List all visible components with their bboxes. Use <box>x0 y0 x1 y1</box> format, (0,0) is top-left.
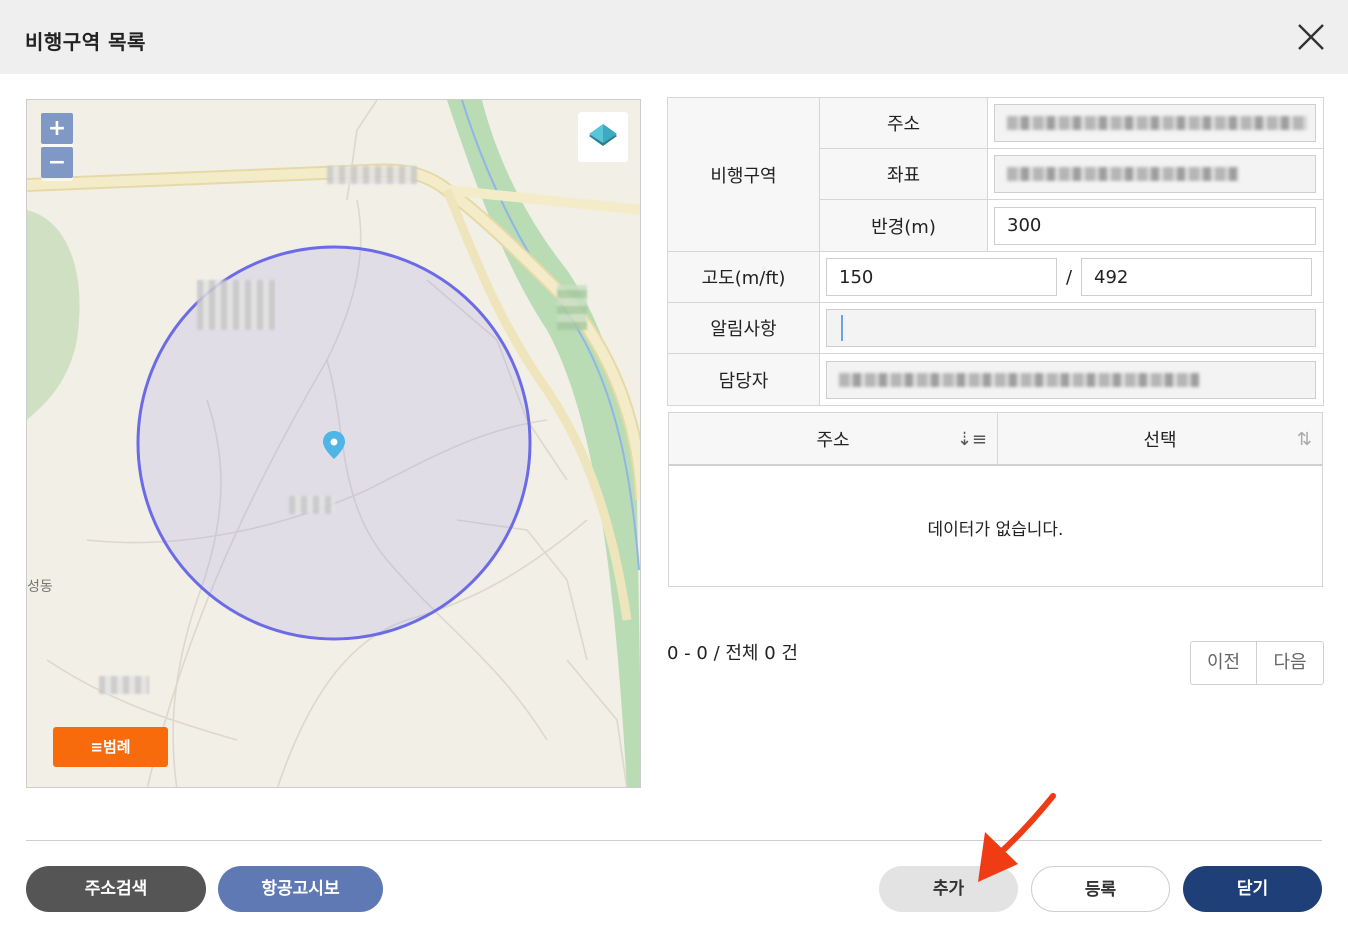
empty-message: 데이터가 없습니다. <box>927 520 1064 540</box>
blurred-label <box>327 166 417 184</box>
close-button[interactable]: 닫기 <box>1183 866 1322 912</box>
coord-field <box>994 155 1316 193</box>
altitude-ft-input[interactable]: 492 <box>1081 258 1312 296</box>
close-icon[interactable] <box>1296 22 1326 52</box>
blurred-label <box>557 285 587 330</box>
sort-icon[interactable]: ⇅ <box>1297 429 1312 450</box>
manager-field <box>826 360 1316 399</box>
modal-title: 비행구역 목록 <box>25 30 146 54</box>
blurred-coord <box>1007 167 1239 181</box>
grid-header: 주소 ⇣≡ 선택 ⇅ <box>669 413 1322 466</box>
zoom-in-button[interactable]: + <box>41 113 73 144</box>
zone-label: 비행구역 <box>668 98 820 251</box>
pager: 이전 다음 <box>1190 641 1324 685</box>
zoom-control: + − <box>41 113 73 181</box>
blurred-label <box>289 496 335 514</box>
sort-desc-icon[interactable]: ⇣≡ <box>957 429 987 450</box>
radius-label: 반경(m) <box>820 200 988 251</box>
column-select[interactable]: 선택 ⇅ <box>998 413 1322 464</box>
blurred-label <box>99 676 149 694</box>
manager-label: 담당자 <box>668 354 820 405</box>
altitude-m-input[interactable]: 150 <box>826 258 1057 296</box>
next-page-button[interactable]: 다음 <box>1257 642 1323 684</box>
altitude-separator: / <box>1065 266 1073 288</box>
blurred-address <box>1007 116 1307 130</box>
register-button[interactable]: 등록 <box>1031 866 1170 912</box>
column-address-label: 주소 <box>816 429 850 451</box>
pagination-summary: 0 - 0 / 전체 0 건 <box>667 643 798 664</box>
address-search-button[interactable]: 주소검색 <box>26 866 206 912</box>
add-button[interactable]: 추가 <box>879 866 1018 912</box>
text-caret <box>841 315 843 341</box>
notice-input[interactable] <box>826 309 1316 347</box>
layers-icon <box>589 124 617 146</box>
radius-input[interactable]: 300 <box>994 206 1316 245</box>
column-select-label: 선택 <box>1143 429 1177 451</box>
map-view[interactable]: 성동 + − ≡범례 <box>26 99 641 788</box>
altitude-label: 고도(m/ft) <box>668 252 820 302</box>
notam-button[interactable]: 항공고시보 <box>218 866 383 912</box>
layers-button[interactable] <box>578 112 628 162</box>
zone-form: 비행구역 주소 좌표 반경(m) 300 고도(m/ft) 150 / 492 … <box>667 97 1324 406</box>
footer-divider <box>26 840 1322 841</box>
modal-header: 비행구역 목록 <box>0 0 1348 74</box>
legend-button[interactable]: ≡범례 <box>53 727 168 767</box>
address-field <box>994 104 1316 142</box>
coord-label: 좌표 <box>820 149 988 199</box>
zoom-out-button[interactable]: − <box>41 147 73 178</box>
address-label: 주소 <box>820 98 988 148</box>
blurred-manager <box>839 372 1199 387</box>
column-address[interactable]: 주소 ⇣≡ <box>669 413 998 464</box>
notice-label: 알림사항 <box>668 303 820 353</box>
map-place-label: 성동 <box>27 578 53 594</box>
blurred-label <box>197 280 277 330</box>
result-grid: 주소 ⇣≡ 선택 ⇅ 데이터가 없습니다. <box>668 412 1323 587</box>
prev-page-button[interactable]: 이전 <box>1191 642 1257 684</box>
